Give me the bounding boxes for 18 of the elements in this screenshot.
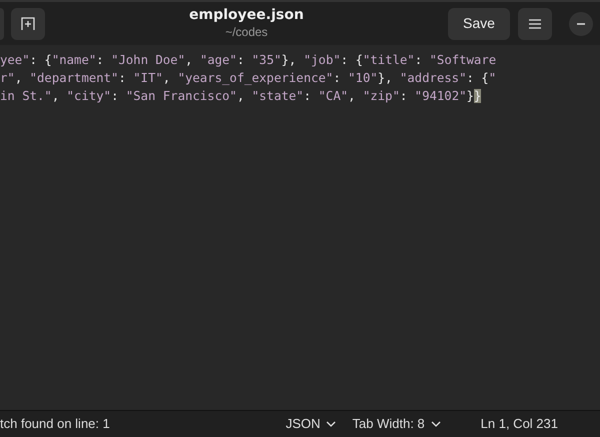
cursor-position: Ln 1, Col 231 bbox=[480, 415, 558, 434]
new-tab-button[interactable] bbox=[11, 8, 45, 40]
window-title: employee.json bbox=[189, 7, 304, 25]
code-line: yee": {"name": "John Doe", "age": "35"}, "job": {"title": "Software bbox=[0, 52, 496, 69]
chevron-down-icon bbox=[430, 421, 441, 427]
tab-width-selector[interactable]: Tab Width: 8 bbox=[352, 414, 441, 434]
chevron-down-icon bbox=[326, 421, 336, 427]
menu-button[interactable] bbox=[518, 8, 552, 40]
new-tab-icon bbox=[21, 16, 35, 30]
code-line: r", "department": "IT", "years_of_experience": "10"}, "address": {" bbox=[0, 70, 496, 87]
search-status: tch found on line: 1 bbox=[0, 415, 111, 434]
save-button[interactable]: Save bbox=[448, 8, 510, 40]
minimize-button[interactable] bbox=[569, 12, 593, 36]
menu-icon bbox=[529, 18, 541, 28]
code-line: in St.", "city": "San Francisco", "state": "CA", "zip": "94102"}} bbox=[0, 88, 482, 105]
window-subtitle: ~/codes bbox=[225, 24, 268, 40]
language-selector[interactable]: JSON bbox=[286, 414, 336, 434]
minimize-icon bbox=[577, 22, 585, 24]
